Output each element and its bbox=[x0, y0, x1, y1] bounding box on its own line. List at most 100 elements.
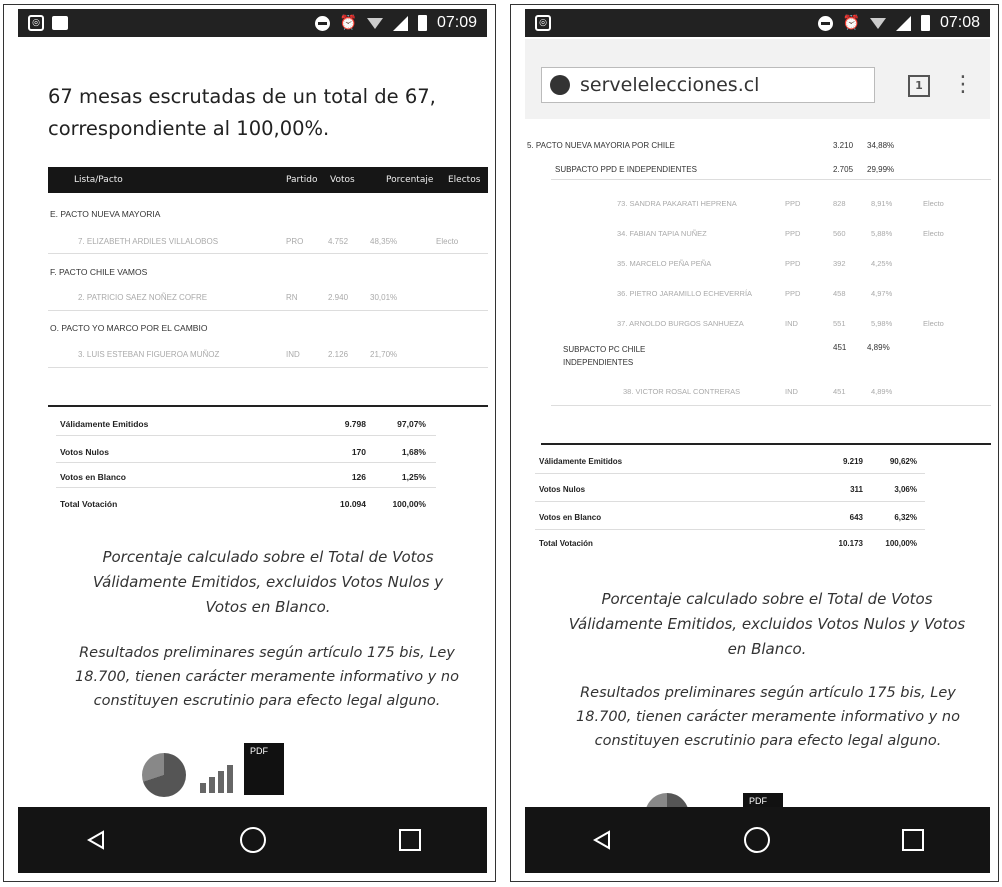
divider bbox=[56, 435, 436, 436]
signal-icon bbox=[895, 15, 911, 31]
summary-label: Válidamente Emitidos bbox=[60, 419, 149, 429]
summary-votes: 10.173 bbox=[838, 539, 863, 548]
col-porcentaje: Porcentaje bbox=[386, 175, 434, 185]
candidate-party: PRO bbox=[286, 237, 304, 246]
overflow-menu-icon[interactable]: ⋮ bbox=[952, 74, 974, 96]
group-label[interactable]: 5. PACTO NUEVA MAYORIA POR CHILE bbox=[527, 141, 675, 150]
summary-pct: 100,00% bbox=[392, 499, 426, 509]
screenshot-icon: ◎ bbox=[535, 15, 551, 31]
group-label[interactable]: E. PACTO NUEVA MAYORIA bbox=[50, 209, 160, 219]
divider bbox=[551, 179, 991, 180]
candidate-name: 37. ARNOLDO BURGOS SANHUEZA bbox=[617, 319, 744, 328]
back-button[interactable] bbox=[591, 829, 613, 851]
candidate-pct: 5,98% bbox=[871, 319, 893, 328]
home-button[interactable] bbox=[744, 827, 771, 853]
candidate-votes: 551 bbox=[833, 319, 846, 328]
back-button[interactable] bbox=[85, 829, 107, 851]
candidate-name: 38. VICTOR ROSAL CONTRERAS bbox=[623, 387, 741, 396]
recents-button[interactable] bbox=[398, 829, 421, 851]
candidate-votes: 2.940 bbox=[328, 293, 349, 302]
divider bbox=[535, 529, 925, 530]
pdf-label: PDF bbox=[749, 796, 767, 806]
pdf-label: PDF bbox=[250, 746, 268, 756]
candidate-name: 35. MARCELO PEÑA PEÑA bbox=[617, 259, 712, 268]
percentage-note: Porcentaje calculado sobre el Total de V… bbox=[568, 590, 966, 658]
summary-votes: 170 bbox=[351, 447, 366, 457]
summary-votes: 643 bbox=[849, 513, 863, 522]
divider bbox=[48, 253, 488, 254]
candidate-votes: 392 bbox=[833, 259, 846, 268]
recents-button[interactable] bbox=[902, 829, 925, 851]
candidate-name: 7. ELIZABETH ARDILES VILLALOBOS bbox=[78, 237, 219, 246]
candidate-pct: 48,35% bbox=[370, 237, 398, 246]
candidate-party: RN bbox=[286, 293, 298, 302]
summary-label: Votos Nulos bbox=[539, 485, 586, 494]
pie-chart-icon[interactable] bbox=[142, 753, 186, 797]
col-partido: Partido bbox=[286, 175, 318, 185]
candidate-pct: 21,70% bbox=[370, 350, 398, 359]
candidate-elected: Electo bbox=[923, 229, 944, 238]
subpact-label[interactable]: SUBPACTO PPD E INDEPENDIENTES bbox=[555, 165, 697, 174]
candidate-votes: 828 bbox=[833, 199, 846, 208]
pdf-download-icon[interactable]: PDF bbox=[244, 743, 284, 795]
url-bar[interactable]: servelelecciones.cl bbox=[541, 67, 875, 103]
candidate-party: IND bbox=[286, 350, 300, 359]
results-table-header: Lista/Pacto Partido Votos Porcentaje Ele… bbox=[48, 167, 488, 193]
candidate-elected: Electo bbox=[436, 237, 459, 246]
status-bar: ◎ ⏰ 07:08 bbox=[525, 9, 990, 37]
wifi-icon bbox=[366, 17, 383, 29]
candidate-pct: 30,01% bbox=[370, 293, 398, 302]
subpact-votes: 2.705 bbox=[833, 165, 854, 174]
candidate-party: PPD bbox=[785, 199, 801, 208]
divider bbox=[535, 473, 925, 474]
signal-icon bbox=[392, 15, 408, 31]
legal-note: Resultados preliminares según artículo 1… bbox=[75, 645, 459, 709]
divider bbox=[48, 367, 488, 368]
candidate-name: 3. LUIS ESTEBAN FIGUEROA MUÑOZ bbox=[78, 350, 220, 359]
candidate-pct: 4,97% bbox=[871, 289, 893, 298]
divider bbox=[535, 501, 925, 502]
home-button[interactable] bbox=[239, 827, 266, 853]
summary-votes: 311 bbox=[850, 485, 863, 494]
summary-pct: 100,00% bbox=[885, 539, 917, 548]
candidate-votes: 560 bbox=[833, 229, 846, 238]
alarm-icon: ⏰ bbox=[842, 15, 860, 31]
summary-label: Votos en Blanco bbox=[539, 513, 602, 522]
candidate-name: 34. FABIAN TAPIA NUÑEZ bbox=[617, 229, 707, 238]
candidate-name: 2. PATRICIO SAEZ NOÑEZ COFRE bbox=[78, 293, 208, 302]
summary-divider bbox=[541, 443, 991, 445]
candidate-party: PPD bbox=[785, 259, 801, 268]
group-label[interactable]: O. PACTO YO MARCO POR EL CAMBIO bbox=[50, 323, 207, 333]
summary-label: Total Votación bbox=[539, 539, 593, 548]
summary-pct: 6,32% bbox=[894, 513, 917, 522]
bar-chart-icon[interactable] bbox=[200, 765, 233, 793]
summary-label: Votos Nulos bbox=[60, 447, 109, 457]
android-nav-bar bbox=[525, 807, 990, 873]
tab-switcher-button[interactable]: 1 bbox=[908, 75, 930, 97]
group-label[interactable]: F. PACTO CHILE VAMOS bbox=[50, 267, 147, 277]
summary-pct: 1,68% bbox=[401, 447, 426, 457]
summary-pct: 90,62% bbox=[889, 457, 917, 466]
candidate-pct: 8,91% bbox=[871, 199, 893, 208]
subpact-votes: 451 bbox=[833, 343, 847, 352]
summary-pct: 1,25% bbox=[401, 472, 426, 482]
status-time: 07:09 bbox=[436, 14, 477, 31]
do-not-disturb-icon bbox=[817, 15, 833, 31]
do-not-disturb-icon bbox=[314, 15, 330, 31]
candidate-party: IND bbox=[785, 319, 798, 328]
percentage-note: Porcentaje calculado sobre el Total de V… bbox=[92, 548, 444, 616]
candidate-elected: Electo bbox=[923, 319, 944, 328]
globe-icon bbox=[550, 75, 570, 95]
candidate-votes: 2.126 bbox=[328, 350, 349, 359]
summary-pct: 97,07% bbox=[397, 419, 426, 429]
subpact-label[interactable]: SUBPACTO PC CHILE INDEPENDIENTES bbox=[563, 343, 703, 369]
summary-votes: 9.798 bbox=[344, 419, 366, 429]
subpact-pct: 4,89% bbox=[867, 343, 890, 352]
candidate-votes: 458 bbox=[833, 289, 846, 298]
browser-toolbar: servelelecciones.cl 1 ⋮ bbox=[525, 39, 990, 119]
group-votes: 3.210 bbox=[833, 141, 854, 150]
group-pct: 34,88% bbox=[867, 141, 895, 150]
screenshot-icon: ◎ bbox=[28, 15, 44, 31]
summary-pct: 3,06% bbox=[894, 485, 917, 494]
wifi-icon bbox=[869, 17, 886, 29]
